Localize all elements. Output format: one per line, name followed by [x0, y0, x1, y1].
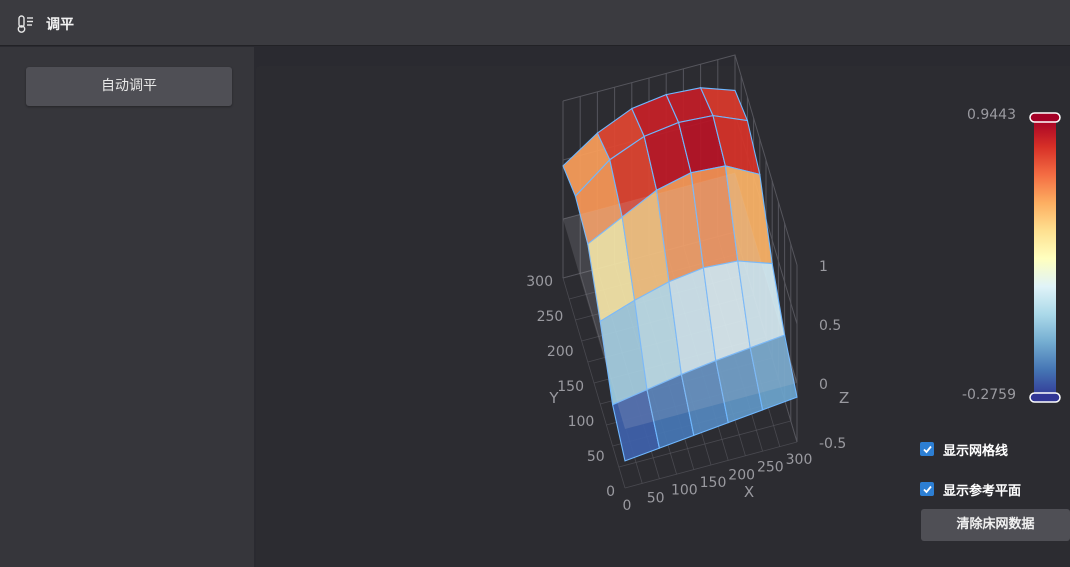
x-axis-label: X	[744, 483, 754, 501]
x-tick-label: 150	[700, 475, 727, 491]
x-tick-label: 250	[757, 460, 784, 476]
y-tick-label: 100	[568, 414, 595, 430]
z-tick-label: 1	[819, 259, 828, 275]
colorbar-max-handle[interactable]	[1029, 112, 1061, 123]
x-tick-label: 50	[647, 490, 665, 506]
check-icon	[922, 445, 932, 453]
colorbar	[1034, 119, 1056, 398]
z-tick-label: -0.5	[819, 436, 846, 452]
z-axis-label: Z	[839, 389, 849, 407]
clear-mesh-button[interactable]: 清除床网数据	[921, 509, 1070, 541]
z-tick-label: 0	[819, 377, 828, 393]
y-tick-label: 200	[547, 344, 574, 360]
show-reference-plane-option[interactable]: 显示参考平面	[920, 480, 1022, 499]
x-tick-label: 0	[623, 498, 632, 514]
bed-mesh-3d-chart[interactable]: 0 50 100 150 200 250 300050100150200250300-0.5…	[0, 0, 1070, 567]
y-axis-label: Y	[548, 389, 559, 407]
colorbar-min-label: -0.2759	[961, 387, 1016, 403]
y-tick-label: 300	[526, 274, 553, 290]
show-grid-option[interactable]: 显示网格线	[920, 440, 1009, 459]
y-tick-label: 250	[537, 309, 564, 325]
x-tick-label: 200	[728, 467, 755, 483]
y-tick-label: 50	[587, 449, 605, 465]
show-grid-checkbox[interactable]	[920, 442, 934, 456]
colorbar-max-label: 0.9443	[967, 107, 1016, 123]
colorbar-min-handle[interactable]	[1029, 392, 1061, 403]
show-reference-plane-checkbox[interactable]	[920, 482, 934, 496]
show-reference-plane-label: 显示参考平面	[943, 483, 1022, 499]
y-tick-label: 150	[557, 379, 584, 395]
y-tick-label: 0	[606, 484, 615, 500]
z-tick-label: 0.5	[819, 318, 841, 334]
x-tick-label: 300	[786, 452, 813, 468]
x-tick-label: 100	[671, 483, 698, 499]
check-icon	[922, 485, 932, 493]
show-grid-label: 显示网格线	[943, 443, 1009, 459]
